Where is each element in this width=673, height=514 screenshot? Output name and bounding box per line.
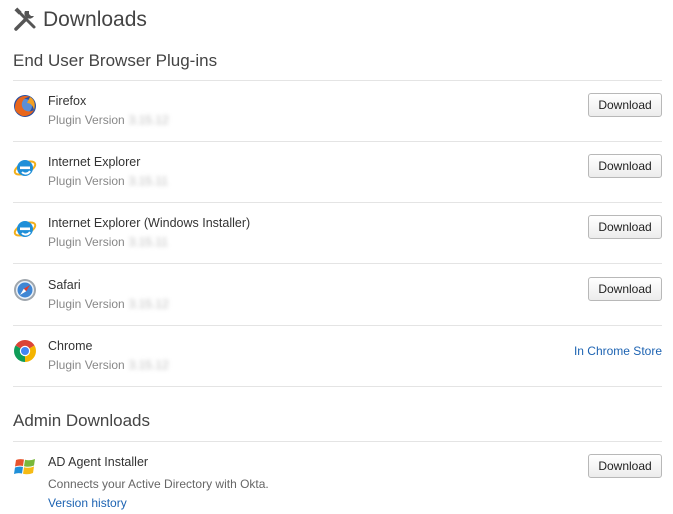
download-button-firefox[interactable]: Download [588, 93, 662, 117]
version-number: 3.15.12 [128, 297, 169, 311]
firefox-icon [14, 95, 36, 117]
chrome-icon [14, 340, 36, 362]
item-name: AD Agent Installer [48, 455, 149, 469]
list-item-safari: Safari Plugin Version 3.15.12 Download [13, 264, 662, 325]
list-item-internet-explorer: Internet Explorer Plugin Version 3.15.11 … [13, 141, 662, 202]
list-item-internet-explorer-installer: Internet Explorer (Windows Installer) Pl… [13, 202, 662, 263]
section-title-plugins: End User Browser Plug-ins [13, 51, 218, 70]
page-title: Downloads [43, 8, 147, 31]
item-name: Chrome [48, 339, 93, 353]
windows-icon [14, 459, 35, 475]
version-text: Plugin Version 3.15.12 [48, 297, 169, 311]
tools-icon [14, 7, 36, 31]
internet-explorer-icon [13, 221, 37, 237]
item-description: Connects your Active Directory with Okta… [48, 477, 269, 491]
internet-explorer-icon [13, 160, 37, 176]
version-text: Plugin Version 3.15.12 [48, 113, 169, 127]
version-number: 3.15.12 [128, 358, 169, 372]
chrome-store-link[interactable]: In Chrome Store [574, 344, 662, 358]
version-text: Plugin Version 3.15.12 [48, 358, 169, 372]
download-button-safari[interactable]: Download [588, 277, 662, 301]
divider [13, 386, 662, 387]
download-button-internet-explorer-installer[interactable]: Download [588, 215, 662, 239]
item-name: Firefox [48, 94, 87, 108]
version-number: 3.15.12 [128, 113, 169, 127]
download-button-ad-agent[interactable]: Download [588, 454, 662, 478]
version-history-link[interactable]: Version history [48, 496, 127, 510]
version-number: 3.15.11 [128, 174, 168, 188]
list-item-chrome: Chrome Plugin Version 3.15.12 In Chrome S… [13, 325, 662, 386]
version-text: Plugin Version 3.15.11 [48, 174, 168, 188]
list-item-ad-agent: AD Agent Installer Connects your Active … [13, 441, 662, 514]
version-number: 3.15.11 [128, 235, 168, 249]
page-header: Downloads [12, 6, 147, 34]
safari-icon [14, 279, 36, 301]
version-text: Plugin Version 3.15.11 [48, 235, 168, 249]
item-name: Safari [48, 278, 81, 292]
section-title-admin: Admin Downloads [13, 411, 151, 430]
download-button-internet-explorer[interactable]: Download [588, 154, 662, 178]
list-item-firefox: Firefox Plugin Version 3.15.12 Download [13, 80, 662, 141]
item-name: Internet Explorer [48, 155, 141, 169]
item-name: Internet Explorer (Windows Installer) [48, 216, 251, 230]
